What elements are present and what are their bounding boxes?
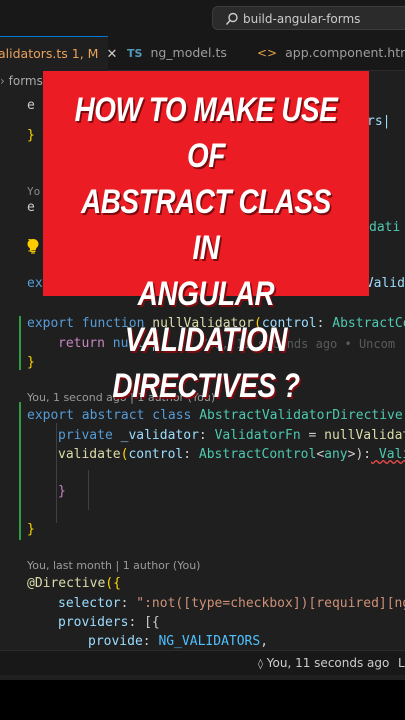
search-text: build-angular-forms xyxy=(243,12,361,26)
close-icon[interactable]: ✕ xyxy=(106,38,117,72)
tab-app-component-html[interactable]: <> app.component.html xyxy=(257,36,405,70)
search-icon xyxy=(225,12,238,25)
code-line: validate(control: AbstractControl<any>):… xyxy=(58,447,405,462)
code-line: selector: ":not([type=checkbox])[require… xyxy=(58,596,405,611)
tab-validators-ts[interactable]: alidators.ts 1, M ✕ xyxy=(0,36,117,71)
code-line: dati xyxy=(369,220,401,235)
html-file-icon: <> xyxy=(257,46,278,60)
tab-label: alidators.ts 1, M xyxy=(0,46,99,61)
banner-line-1: How to make use of xyxy=(74,91,338,175)
editor-tabs: alidators.ts 1, M ✕ TS ng_model.ts <> app.c… xyxy=(0,36,405,71)
code-line: private _validator: ValidatorFn = nullVa… xyxy=(58,428,405,443)
breadcrumb-text: forms xyxy=(8,74,43,88)
code-line: rs| xyxy=(367,114,391,129)
banner-line-2: Abstract class in xyxy=(81,183,331,267)
tab-label: ng_model.ts xyxy=(150,45,227,60)
editor-window: build-angular-forms alidators.ts 1, M ✕ T… xyxy=(0,0,405,680)
title-banner: How to make use of Abstract class in Ang… xyxy=(43,71,369,405)
code-line: } xyxy=(58,484,66,499)
code-line: e xyxy=(27,98,35,113)
status-position[interactable]: L xyxy=(398,651,405,675)
chevron-icon: › xyxy=(0,74,5,88)
code-line: @Directive({ xyxy=(27,576,121,591)
banner-line-4: Directives ? xyxy=(112,367,300,405)
code-line: providers: [{ xyxy=(58,615,160,630)
banner-line-3: Angular Validation xyxy=(124,275,288,359)
status-bar: ◊ You, 11 seconds ago L xyxy=(0,650,405,675)
indent-guide xyxy=(88,470,89,510)
title-bar: build-angular-forms xyxy=(0,0,405,36)
tab-ng-model-ts[interactable]: TS ng_model.ts xyxy=(127,36,242,70)
code-line: } xyxy=(27,128,35,143)
indent-guide xyxy=(56,423,57,523)
code-line: } xyxy=(27,522,35,537)
status-blame[interactable]: ◊ You, 11 seconds ago xyxy=(258,651,389,677)
typescript-file-icon: TS xyxy=(127,47,143,60)
command-center-search[interactable]: build-angular-forms xyxy=(212,6,405,30)
code-line: provide: NG_VALIDATORS, xyxy=(88,634,269,649)
code-line: } xyxy=(27,355,35,370)
codelens-author[interactable]: You, last month | 1 author (You) xyxy=(27,558,200,574)
git-commit-icon: ◊ xyxy=(258,659,263,670)
breadcrumb[interactable]: › forms xyxy=(0,71,43,91)
code-line: export abstract class AbstractValidatorD… xyxy=(27,408,403,423)
git-change-gutter xyxy=(19,316,21,370)
tab-label: app.component.html xyxy=(285,45,405,60)
git-change-gutter xyxy=(19,402,21,540)
lightbulb-icon[interactable] xyxy=(26,238,40,254)
code-line: e xyxy=(27,200,35,215)
